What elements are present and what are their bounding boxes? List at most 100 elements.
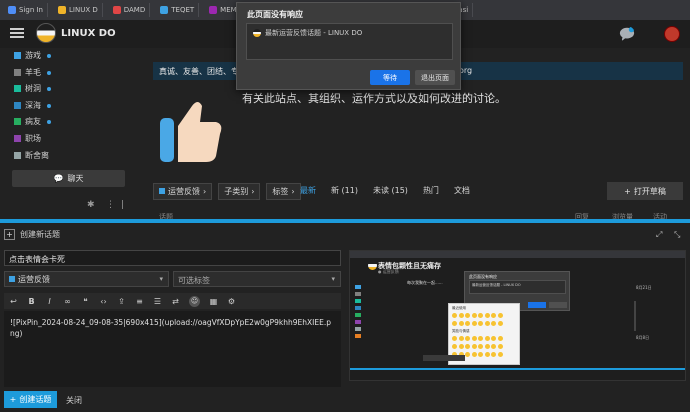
editor-toolbar: ↩ B I ∞ ❝ ‹› ⇪ ≡ ☰ ⇄ ☺ ▦ ⚙ — [4, 293, 341, 309]
sidebar-item-deals[interactable]: 羊毛 — [14, 67, 51, 78]
category-color-icon — [9, 276, 15, 282]
category-filter-dropdown[interactable]: 运营反馈 › — [153, 182, 213, 200]
tags-filter-label: 标签 — [272, 186, 289, 196]
sidebar-item-label: 断舍离 — [25, 151, 49, 160]
unread-dot-icon — [47, 86, 51, 91]
composer-header: + 创建新话题 — [4, 229, 60, 240]
category-color-icon — [14, 52, 21, 59]
browser-tab[interactable]: TEQET — [156, 3, 200, 17]
browser-tab[interactable]: Sign In — [4, 3, 48, 17]
tab-favicon-icon — [209, 6, 218, 14]
chat-button[interactable]: 💬 聊天 — [12, 170, 125, 187]
sidebar-item-patients[interactable]: 病友 — [14, 116, 51, 127]
site-favicon-icon — [253, 29, 261, 37]
browser-tab[interactable]: DAMD — [109, 3, 151, 17]
toggle-direction-icon[interactable]: ⇄ — [171, 297, 180, 306]
sidebar-settings-icon[interactable]: ✱ — [87, 200, 95, 210]
unread-dot-icon — [47, 103, 51, 108]
quote-icon[interactable]: ↩ — [9, 297, 18, 306]
code-icon[interactable]: ‹› — [99, 297, 108, 306]
browser-tab[interactable]: LINUX D — [54, 3, 103, 17]
tags-filter-dropdown[interactable]: 标签 › — [266, 182, 301, 200]
filter-bar: 运营反馈 › 子类别 › 标签 › — [153, 182, 301, 200]
chevron-down-icon: ▾ — [331, 275, 335, 283]
calendar-icon[interactable]: ▦ — [209, 297, 218, 306]
plus-icon: + — [624, 186, 631, 196]
close-composer-link[interactable]: 关闭 — [66, 395, 82, 406]
sidebar-item-declutter[interactable]: 断舍离 — [14, 150, 49, 161]
preview-emoji-row — [452, 313, 503, 318]
sidebar-item-label: 病友 — [25, 117, 41, 126]
site-logo[interactable] — [36, 23, 56, 43]
preview-dialog-item: 最新运营反馈话题 - LINUX DO — [469, 280, 566, 294]
tab-favicon-icon — [160, 6, 169, 14]
link-icon[interactable]: ∞ — [63, 297, 72, 306]
sidebar-item-label: 羊毛 — [25, 68, 41, 77]
preview-emoji-row — [452, 321, 503, 326]
preview-sidebar-marker — [355, 306, 361, 310]
tab-unread[interactable]: 未读 (15) — [373, 185, 408, 196]
sidebar-item-treehole[interactable]: 树洞 — [14, 83, 51, 94]
preview-sidebar-marker — [355, 320, 361, 324]
bullet-list-icon[interactable]: ≡ — [135, 297, 144, 306]
preview-sidebar-marker — [355, 334, 361, 338]
open-draft-button[interactable]: + 打开草稿 — [607, 182, 683, 200]
blockquote-icon[interactable]: ❝ — [81, 297, 90, 306]
preview-logo-icon — [368, 261, 377, 270]
preview-emoji-section-recent: 最近使用 — [452, 306, 466, 310]
tags-select[interactable]: 可选标签 ▾ — [173, 271, 341, 287]
page-unresponsive-dialog: 此页面没有响应 最新运营反馈话题 - LINUX DO 等待 退出页面 — [236, 2, 461, 90]
chat-bubble-icon[interactable] — [619, 26, 635, 42]
chevron-right-icon: › — [251, 186, 255, 196]
editor-textarea[interactable]: ![PixPin_2024-08-24_09-08-35|690x415](up… — [4, 311, 341, 387]
create-topic-button[interactable]: + 创建话题 — [4, 391, 57, 408]
wait-button[interactable]: 等待 — [370, 70, 410, 85]
preview-exit-button — [549, 302, 567, 308]
tab-docs[interactable]: 文档 — [454, 185, 470, 196]
preview-sidebar-marker — [355, 285, 361, 289]
toggle-preview-icon[interactable]: ⤢ — [656, 230, 662, 240]
tab-favicon-icon — [112, 6, 121, 14]
sidebar-item-label: 职场 — [25, 134, 41, 143]
preview-chat-button — [423, 355, 465, 361]
preview-composer-line — [350, 368, 685, 370]
tab-latest[interactable]: 最新 — [300, 185, 316, 196]
upload-icon[interactable]: ⇪ — [117, 297, 126, 306]
sidebar-item-deepsea[interactable]: 深海 — [14, 100, 51, 111]
sidebar-item-games[interactable]: 游戏 — [14, 50, 51, 61]
topic-title-input[interactable]: 点击表情会卡死 — [4, 250, 341, 266]
create-topic-label: 创建话题 — [19, 395, 52, 404]
bold-icon[interactable]: B — [27, 297, 36, 306]
emoji-icon[interactable]: ☺ — [189, 295, 200, 307]
preview-wait-button — [528, 302, 546, 308]
category-select[interactable]: 运营反馈 ▾ — [4, 271, 169, 287]
collapse-composer-icon[interactable]: ⤡ — [674, 230, 680, 240]
tab-new[interactable]: 新 (11) — [331, 185, 358, 196]
browser-tab-label: TEQET — [171, 6, 195, 14]
category-color-icon — [159, 188, 165, 194]
category-select-value: 运营反馈 — [18, 274, 50, 284]
chevron-right-icon: › — [203, 186, 207, 196]
preview-emoji-row — [452, 344, 503, 349]
plus-icon: + — [4, 229, 15, 240]
site-title[interactable]: LINUX DO — [61, 28, 116, 39]
sidebar-collapse-icon[interactable]: ⋮ — [106, 200, 115, 210]
subcategory-filter-dropdown[interactable]: 子类别 › — [218, 182, 261, 200]
italic-icon[interactable]: I — [45, 297, 54, 306]
preview-sidebar-marker — [355, 292, 361, 296]
sidebar-item-workplace[interactable]: 职场 — [14, 133, 41, 144]
category-color-icon — [14, 135, 21, 142]
sidebar-scroll-icon[interactable]: | — [121, 200, 124, 210]
chat-icon: 💬 — [53, 174, 64, 183]
category-color-icon — [14, 118, 21, 125]
user-avatar[interactable] — [664, 26, 680, 42]
sidebar-item-label: 游戏 — [25, 51, 41, 60]
sidebar-item-label: 深海 — [25, 101, 41, 110]
numbered-list-icon[interactable]: ☰ — [153, 297, 162, 306]
tab-hot[interactable]: 热门 — [423, 185, 439, 196]
hamburger-menu-icon[interactable] — [10, 26, 24, 40]
gear-icon[interactable]: ⚙ — [227, 297, 236, 306]
exit-page-button[interactable]: 退出页面 — [415, 70, 455, 85]
tags-placeholder: 可选标签 — [178, 276, 210, 285]
preview-sidebar-marker — [355, 313, 361, 317]
